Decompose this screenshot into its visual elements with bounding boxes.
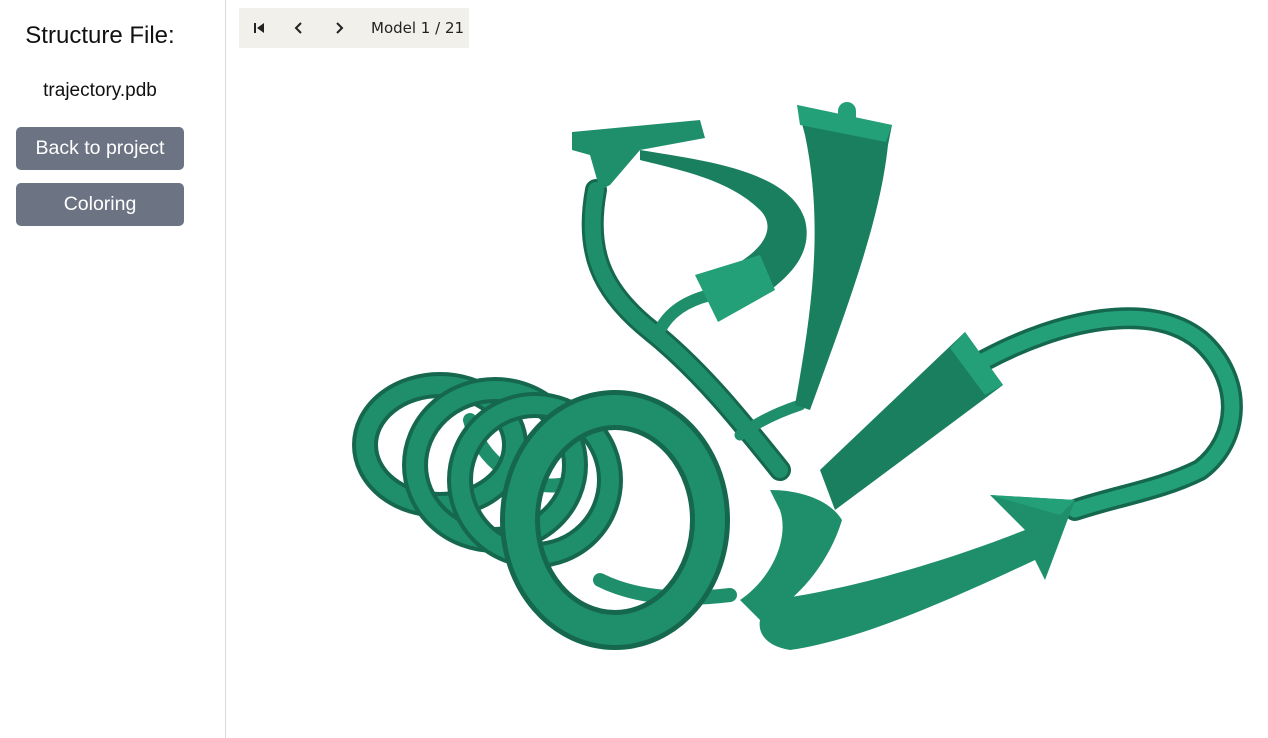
coloring-button[interactable]: Coloring [16,183,184,226]
previous-model-button[interactable] [279,8,319,48]
structure-file-heading: Structure File: [25,22,175,49]
protein-structure-render[interactable] [227,0,1268,738]
first-model-button[interactable] [239,8,279,48]
chevron-left-icon [294,22,302,34]
structure-file-name: trajectory.pdb [43,80,157,101]
next-model-button[interactable] [319,8,359,48]
model-counter: Model 1 / 21 [371,19,465,37]
model-toolbar: Model 1 / 21 [239,8,469,48]
back-to-project-button[interactable]: Back to project [16,127,184,170]
skip-to-first-icon [254,23,264,33]
molecule-viewer[interactable]: Model 1 / 21 [227,0,1268,738]
chevron-right-icon [336,22,344,34]
sidebar: Structure File: trajectory.pdb Back to p… [0,0,226,738]
